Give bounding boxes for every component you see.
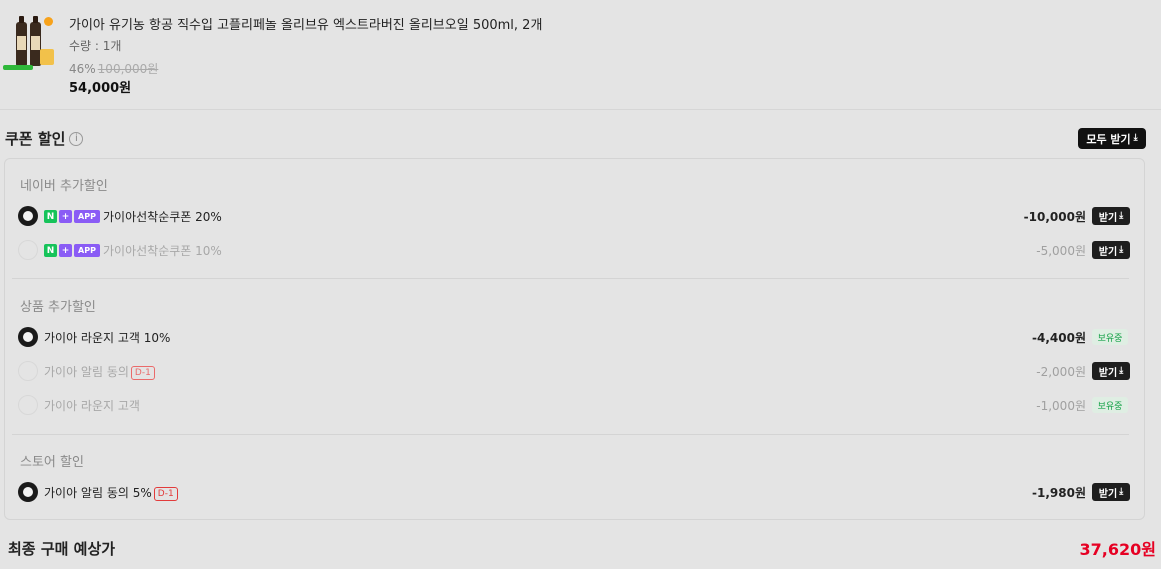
owned-tag: 보유중 [1092, 397, 1128, 413]
coupon-row[interactable]: 가이아 라운지 고객 10% -4,400원 보유중 [18, 325, 1130, 349]
download-icon: ⤓ [1119, 365, 1124, 376]
original-price: 100,000원 [97, 62, 159, 76]
app-badge: APP [74, 210, 100, 223]
get-coupon-label: 받기 [1098, 212, 1118, 224]
plus-badge: + [59, 244, 72, 257]
coupon-badges: N + APP [44, 244, 100, 257]
product-price: 54,000원 [69, 81, 132, 96]
get-coupon-button[interactable]: 받기 ⤓ [1092, 207, 1130, 225]
sun-icon [44, 17, 53, 26]
coupon-badges: N + APP [44, 210, 100, 223]
coupon-amount: -10,000원 [1023, 210, 1086, 224]
group-divider [12, 278, 1129, 279]
final-price-label: 최종 구매 예상가 [8, 540, 116, 558]
coupon-header-title: 쿠폰 할인 [5, 130, 66, 148]
get-coupon-button[interactable]: 받기 ⤓ [1092, 241, 1130, 259]
radio-unselected[interactable] [18, 395, 38, 415]
group-title-naver: 네이버 추가할인 [20, 179, 108, 194]
dday-badge: D-1 [130, 366, 155, 380]
download-all-button[interactable]: 모두 받기 ⤓ [1078, 128, 1146, 149]
product-title[interactable]: 가이아 유기농 항공 직수입 고플리페놀 올리브유 엑스트라버진 올리브오일 5… [69, 14, 542, 33]
group-title-product: 상품 추가할인 [20, 300, 96, 315]
download-icon: ⤓ [1119, 210, 1124, 221]
owned-tag: 보유중 [1092, 329, 1128, 345]
product-box-image [40, 49, 54, 65]
coupon-label: 가이아선착순쿠폰 10% [103, 244, 222, 258]
product-thumbnail[interactable] [3, 14, 59, 72]
coupon-label-wrap: 가이아 알림 동의 5% D-1 [44, 484, 178, 501]
discount-rate: 46% [69, 62, 96, 76]
plus-badge: + [59, 210, 72, 223]
product-tag-image [3, 65, 33, 70]
download-all-label: 모두 받기 [1086, 132, 1131, 146]
bottle-image [16, 16, 27, 66]
coupon-row[interactable]: N + APP 가이아선착순쿠폰 10% -5,000원 받기 ⤓ [18, 238, 1130, 262]
radio-selected[interactable] [18, 482, 38, 502]
coupon-row[interactable]: N + APP 가이아선착순쿠폰 20% -10,000원 받기 ⤓ [18, 204, 1130, 228]
product-quantity: 수량 : 1개 [69, 39, 122, 53]
coupon-header: 쿠폰 할인 i [5, 128, 84, 149]
get-coupon-label: 받기 [1098, 246, 1118, 258]
get-coupon-button[interactable]: 받기 ⤓ [1092, 362, 1130, 380]
get-coupon-button[interactable]: 받기 ⤓ [1092, 483, 1130, 501]
coupon-amount: -5,000원 [1036, 244, 1086, 258]
coupon-label: 가이아 라운지 고객 [44, 399, 140, 413]
coupon-amount: -4,400원 [1032, 331, 1086, 345]
coupon-label: 가이아 알림 동의 [44, 365, 129, 379]
radio-selected[interactable] [18, 206, 38, 226]
coupon-row[interactable]: 가이아 알림 동의 D-1 -2,000원 받기 ⤓ [18, 359, 1130, 383]
product-summary: 가이아 유기농 항공 직수입 고플리페놀 올리브유 엑스트라버진 올리브오일 5… [0, 0, 1161, 110]
coupon-amount: -2,000원 [1036, 365, 1086, 379]
download-icon: ⤓ [1119, 486, 1124, 497]
coupon-label: 가이아 알림 동의 5% [44, 486, 152, 500]
coupon-label-wrap: 가이아 알림 동의 D-1 [44, 363, 155, 380]
coupon-amount: -1,000원 [1036, 399, 1086, 413]
radio-unselected[interactable] [18, 240, 38, 260]
coupon-label: 가이아 라운지 고객 10% [44, 331, 171, 345]
naver-badge: N [44, 210, 57, 223]
naver-badge: N [44, 244, 57, 257]
coupon-row[interactable]: 가이아 라운지 고객 -1,000원 보유중 [18, 393, 1130, 417]
coupon-row[interactable]: 가이아 알림 동의 5% D-1 -1,980원 받기 ⤓ [18, 480, 1130, 504]
group-divider [12, 434, 1129, 435]
info-icon[interactable]: i [69, 131, 84, 146]
app-badge: APP [74, 244, 100, 257]
coupon-label: 가이아선착순쿠폰 20% [103, 210, 222, 224]
radio-unselected[interactable] [18, 361, 38, 381]
download-icon: ⤓ [1133, 133, 1138, 143]
dday-badge: D-1 [153, 487, 178, 501]
product-discount: 46% 100,000원 [69, 60, 158, 77]
get-coupon-label: 받기 [1098, 367, 1118, 379]
final-price-value: 37,620원 [1079, 540, 1156, 559]
group-title-store: 스토어 할인 [20, 455, 84, 470]
radio-selected[interactable] [18, 327, 38, 347]
download-icon: ⤓ [1119, 244, 1124, 255]
get-coupon-label: 받기 [1098, 488, 1118, 500]
coupon-amount: -1,980원 [1032, 486, 1086, 500]
